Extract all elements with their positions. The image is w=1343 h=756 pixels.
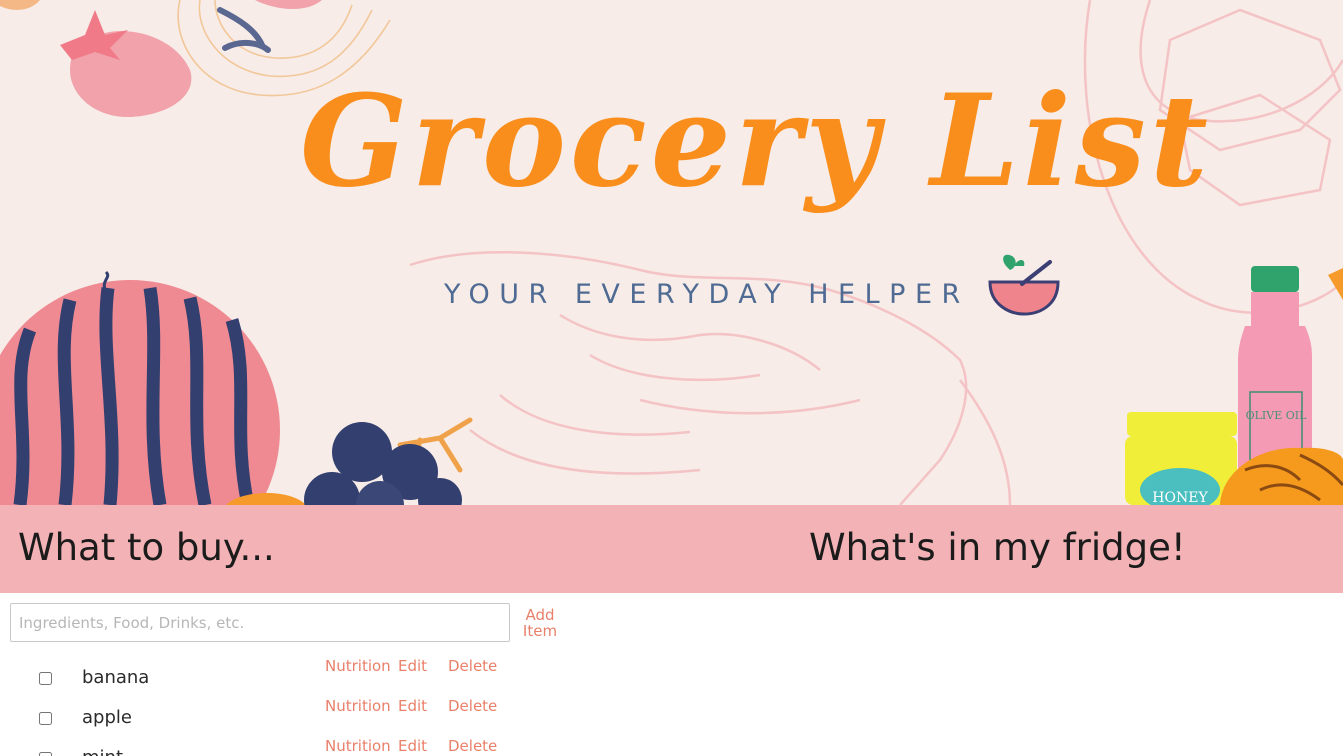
app-title: Grocery List	[300, 67, 1212, 215]
edit-link[interactable]: Edit	[398, 736, 427, 756]
delete-link[interactable]: Delete	[448, 656, 497, 676]
svg-text:OLIVE OIL: OLIVE OIL	[1246, 409, 1308, 422]
grocery-app: OLIVE OIL HONEY Grocery List YOUR EVERYD…	[0, 0, 1343, 756]
item-name: apple	[82, 707, 132, 728]
hero-banner: OLIVE OIL HONEY Grocery List YOUR EVERYD…	[0, 0, 1343, 505]
item-name: mint	[82, 747, 123, 756]
fridge-heading: What's in my fridge!	[809, 526, 1186, 569]
nutrition-link[interactable]: Nutrition	[325, 736, 391, 756]
item-checkbox[interactable]	[39, 752, 52, 756]
edit-link[interactable]: Edit	[398, 696, 427, 716]
add-item-button[interactable]: Add Item	[517, 607, 563, 639]
list-item: banana Nutrition Edit Delete	[0, 650, 620, 690]
svg-text:HONEY: HONEY	[1152, 490, 1208, 505]
grocery-list: banana Nutrition Edit Delete apple Nutri…	[0, 650, 620, 756]
nutrition-link[interactable]: Nutrition	[325, 696, 391, 716]
item-input[interactable]	[10, 603, 510, 642]
item-checkbox[interactable]	[39, 712, 52, 725]
delete-link[interactable]: Delete	[448, 736, 497, 756]
delete-link[interactable]: Delete	[448, 696, 497, 716]
list-item: mint Nutrition Edit Delete	[0, 730, 620, 756]
list-item: apple Nutrition Edit Delete	[0, 690, 620, 730]
item-name: banana	[82, 667, 150, 688]
edit-link[interactable]: Edit	[398, 656, 427, 676]
bowl-icon	[988, 254, 1060, 316]
nutrition-link[interactable]: Nutrition	[325, 656, 391, 676]
item-checkbox[interactable]	[39, 672, 52, 685]
what-to-buy-heading: What to buy...	[18, 526, 275, 569]
app-tagline: YOUR EVERYDAY HELPER	[444, 279, 970, 310]
